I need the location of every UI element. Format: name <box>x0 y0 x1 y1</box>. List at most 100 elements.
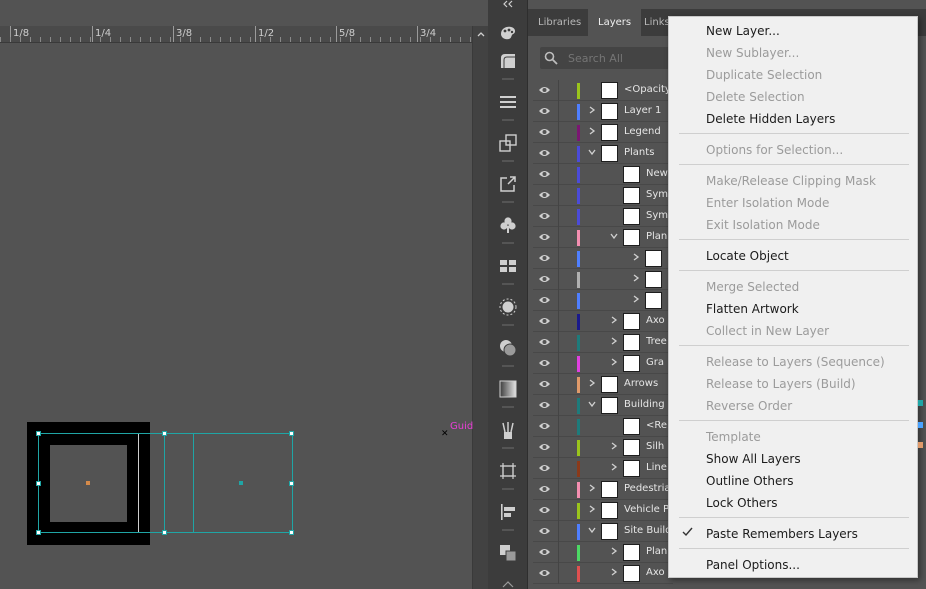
chevron-right-icon[interactable] <box>587 378 597 390</box>
lock-column[interactable] <box>558 185 559 206</box>
chevron-right-icon[interactable] <box>631 273 641 285</box>
layer-row[interactable] <box>533 290 673 311</box>
chevron-down-icon[interactable] <box>587 525 597 537</box>
lock-column[interactable] <box>558 122 559 143</box>
align-icon[interactable] <box>496 500 520 524</box>
chevron-right-icon[interactable] <box>587 126 597 138</box>
layer-row[interactable]: Arrows <box>533 374 673 395</box>
selection-handle[interactable] <box>162 530 167 535</box>
chevron-right-icon[interactable] <box>587 105 597 117</box>
artboards-icon[interactable] <box>496 459 520 483</box>
lock-column[interactable] <box>558 458 559 479</box>
chevron-right-icon[interactable] <box>609 315 619 327</box>
brushes-icon[interactable] <box>496 418 520 442</box>
chevron-down-icon[interactable] <box>587 399 597 411</box>
chevron-right-icon[interactable] <box>587 483 597 495</box>
layer-row[interactable]: Axo <box>533 563 673 584</box>
layer-name[interactable]: <Opacity <box>624 84 673 95</box>
layer-row[interactable]: Plan <box>533 227 673 248</box>
visibility-eye-icon[interactable] <box>538 484 551 497</box>
menu-item-delete-hidden-layers[interactable]: Delete Hidden Layers <box>669 108 917 130</box>
horizontal-ruler[interactable]: 1/8 1/4 3/8 1/2 5/8 3/4 <box>0 26 472 43</box>
visibility-eye-icon[interactable] <box>538 148 551 161</box>
visibility-eye-icon[interactable] <box>538 274 551 287</box>
visibility-eye-icon[interactable] <box>538 232 551 245</box>
menu-item-paste-remembers-layers[interactable]: Paste Remembers Layers <box>669 523 917 545</box>
menu-item-outline-others[interactable]: Outline Others <box>669 470 917 492</box>
visibility-eye-icon[interactable] <box>538 358 551 371</box>
layer-name[interactable]: Plants <box>624 147 673 158</box>
selection-handle[interactable] <box>36 431 41 436</box>
symbols-club-icon[interactable] <box>496 213 520 237</box>
visibility-eye-icon[interactable] <box>538 316 551 329</box>
scroll-up-icon[interactable] <box>476 30 486 40</box>
layer-name[interactable]: Layer 1 <box>624 105 673 116</box>
more-tools-icon[interactable] <box>496 579 520 589</box>
lock-column[interactable] <box>558 563 559 584</box>
layer-row[interactable]: Plants <box>533 143 673 164</box>
lock-column[interactable] <box>558 521 559 542</box>
layer-row[interactable]: Line <box>533 458 673 479</box>
layer-row[interactable]: Pedestria <box>533 479 673 500</box>
layer-row[interactable]: Legend <box>533 122 673 143</box>
visibility-eye-icon[interactable] <box>538 190 551 203</box>
lock-column[interactable] <box>558 479 559 500</box>
swatches-grid-icon[interactable] <box>496 254 520 278</box>
visibility-eye-icon[interactable] <box>538 442 551 455</box>
lock-column[interactable] <box>558 206 559 227</box>
visibility-eye-icon[interactable] <box>538 379 551 392</box>
layer-name[interactable]: Pedestria <box>624 483 673 494</box>
lock-column[interactable] <box>558 416 559 437</box>
visibility-eye-icon[interactable] <box>538 463 551 476</box>
chevron-right-icon[interactable] <box>609 462 619 474</box>
lock-column[interactable] <box>558 227 559 248</box>
lock-column[interactable] <box>558 290 559 311</box>
lock-column[interactable] <box>558 374 559 395</box>
layer-row[interactable] <box>533 248 673 269</box>
layer-row[interactable] <box>533 269 673 290</box>
visibility-eye-icon[interactable] <box>538 547 551 560</box>
pathfinder-icon[interactable] <box>496 541 520 565</box>
layer-row[interactable]: Sym <box>533 206 673 227</box>
chevron-right-icon[interactable] <box>609 567 619 579</box>
layer-name[interactable]: Vehicle P <box>624 504 673 515</box>
selection-handle[interactable] <box>162 431 167 436</box>
layer-row[interactable]: Site Build <box>533 521 673 542</box>
chevron-right-icon[interactable] <box>609 546 619 558</box>
menu-item-flatten-artwork[interactable]: Flatten Artwork <box>669 298 917 320</box>
layer-row[interactable]: <Re <box>533 416 673 437</box>
layer-row[interactable]: Vehicle P <box>533 500 673 521</box>
chevron-right-icon[interactable] <box>587 504 597 516</box>
collapse-panels-icon[interactable] <box>488 0 528 9</box>
chevron-right-icon[interactable] <box>631 252 641 264</box>
visibility-eye-icon[interactable] <box>538 85 551 98</box>
visibility-eye-icon[interactable] <box>538 400 551 413</box>
selection-handle[interactable] <box>289 481 294 486</box>
chevron-right-icon[interactable] <box>631 294 641 306</box>
layer-row[interactable]: Gra <box>533 353 673 374</box>
chevron-right-icon[interactable] <box>609 357 619 369</box>
visibility-eye-icon[interactable] <box>538 337 551 350</box>
lock-column[interactable] <box>558 353 559 374</box>
visibility-eye-icon[interactable] <box>538 421 551 434</box>
visibility-eye-icon[interactable] <box>538 106 551 119</box>
menu-item-show-all-layers[interactable]: Show All Layers <box>669 448 917 470</box>
export-icon[interactable] <box>496 172 520 196</box>
layer-row[interactable]: Tree <box>533 332 673 353</box>
menu-item-lock-others[interactable]: Lock Others <box>669 492 917 514</box>
selection-handle[interactable] <box>36 530 41 535</box>
lock-column[interactable] <box>558 143 559 164</box>
lock-column[interactable] <box>558 248 559 269</box>
lock-column[interactable] <box>558 437 559 458</box>
layer-row[interactable]: Axo <box>533 311 673 332</box>
color-palette-icon[interactable] <box>496 21 520 45</box>
tab-libraries[interactable]: Libraries <box>528 9 591 36</box>
layer-name[interactable]: Building <box>624 399 673 410</box>
layer-row[interactable]: Plan <box>533 542 673 563</box>
lock-column[interactable] <box>558 542 559 563</box>
visibility-eye-icon[interactable] <box>538 295 551 308</box>
layer-row[interactable]: Layer 1 <box>533 101 673 122</box>
chevron-right-icon[interactable] <box>609 336 619 348</box>
lock-column[interactable] <box>558 269 559 290</box>
artboard-canvas[interactable]: 1/8 1/4 3/8 1/2 5/8 3/4 ✕ Guid <box>0 0 488 589</box>
